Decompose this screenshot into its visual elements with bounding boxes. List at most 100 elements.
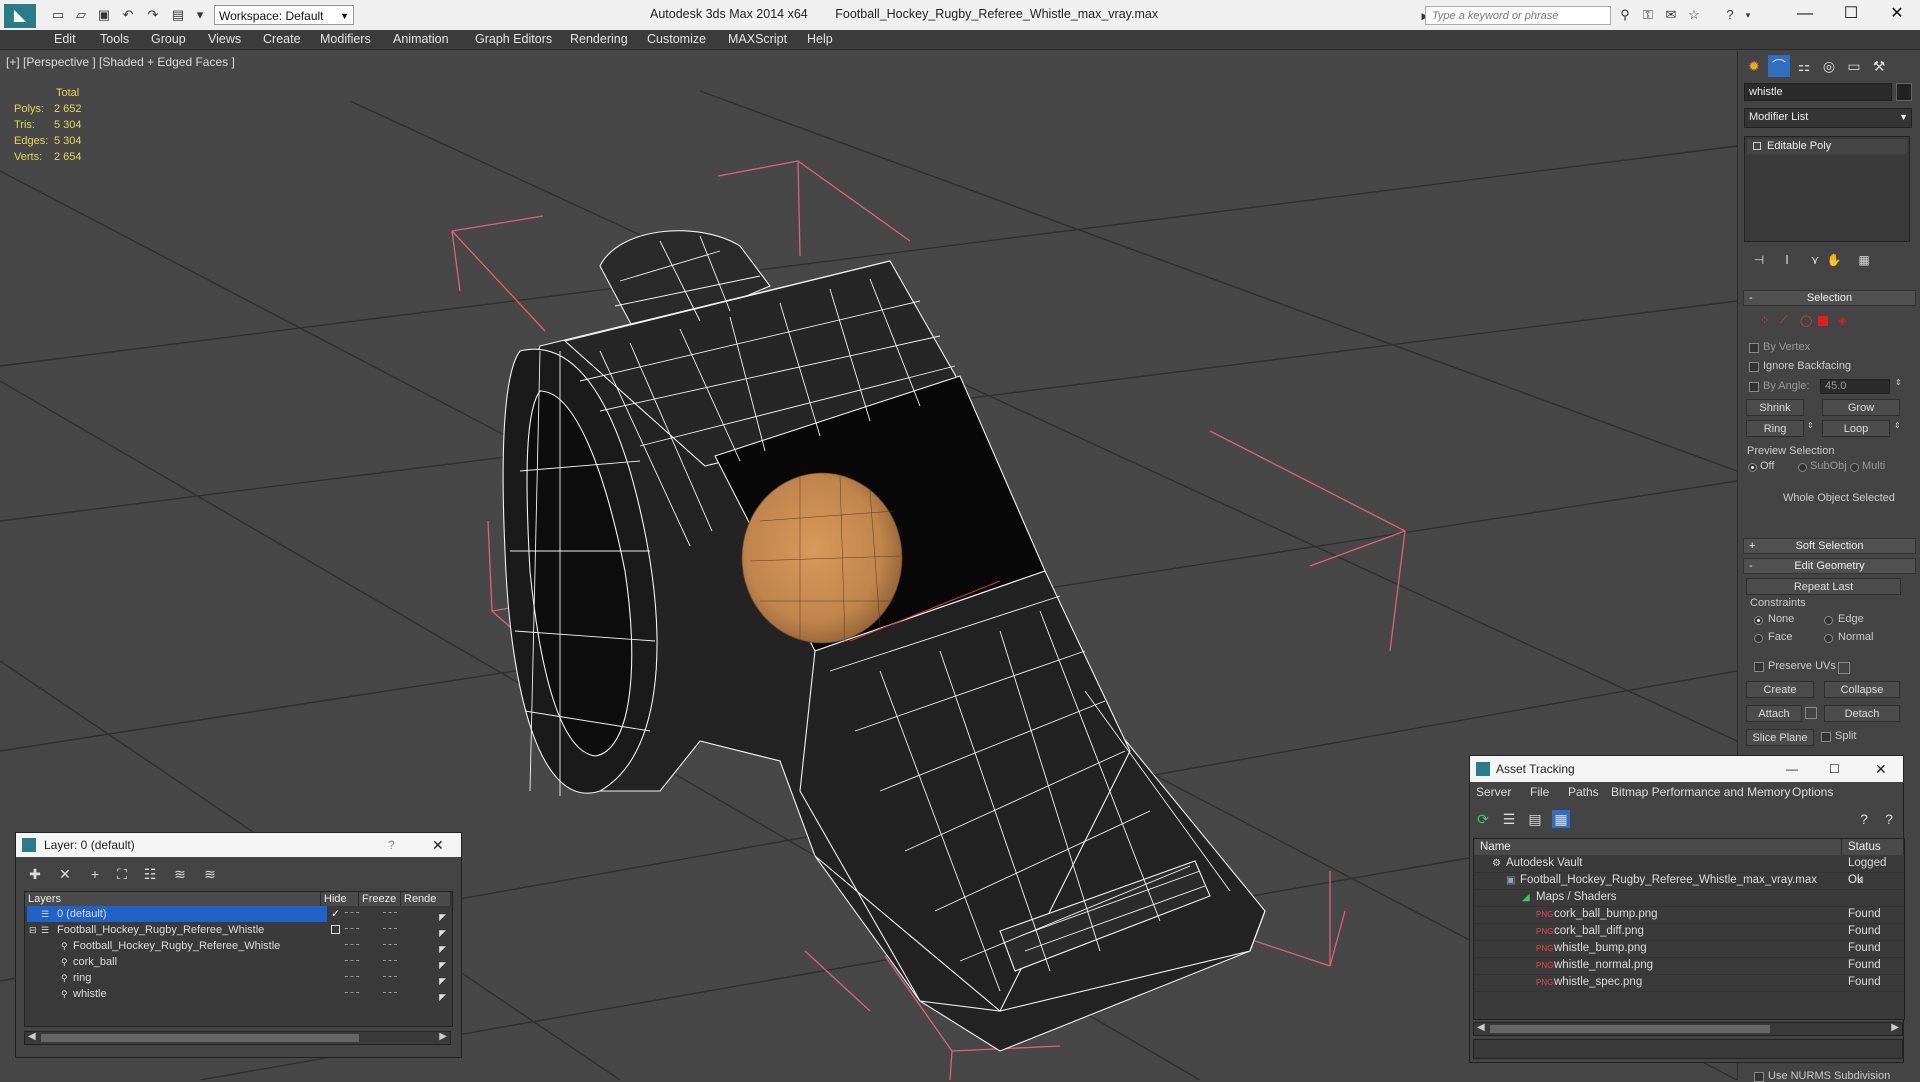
freeze-toggle[interactable]	[383, 928, 397, 931]
preserve-uvs-checkbox[interactable]	[1754, 662, 1764, 672]
layer-row[interactable]: ☰ 0 (default) ✓ ◤	[25, 906, 452, 922]
asset-row[interactable]: ▣ Football_Hockey_Rugby_Referee_Whistle_…	[1474, 872, 1904, 890]
help-button[interactable]: ?	[388, 833, 395, 857]
make-current-box-icon[interactable]	[331, 925, 340, 934]
menu-modifiers[interactable]: Modifiers	[320, 32, 371, 46]
collapse-icon[interactable]: ⊟	[29, 922, 37, 938]
constraint-none-radio[interactable]	[1754, 616, 1763, 625]
modifier-list-dropdown[interactable]: Modifier List ▼	[1744, 108, 1912, 128]
col-hide[interactable]: Hide	[321, 892, 359, 906]
menu-tools[interactable]: Tools	[100, 32, 129, 46]
configure-modifier-sets-icon[interactable]: ▦	[1853, 249, 1875, 271]
polygon-mode-icon[interactable]	[1818, 316, 1828, 326]
asset-row[interactable]: PNG whistle_bump.png Found	[1474, 940, 1904, 958]
vault-help-icon[interactable]: ?	[1855, 810, 1873, 828]
hide-toggle[interactable]	[345, 944, 359, 947]
menu-maxscript[interactable]: MAXScript	[728, 32, 787, 46]
new-file-icon[interactable]: ▭	[50, 7, 66, 23]
object-color-swatch[interactable]	[1896, 83, 1912, 101]
vertex-mode-icon[interactable]: ⁘	[1760, 314, 1769, 327]
preview-subobj-radio[interactable]	[1798, 463, 1807, 472]
menu-rendering[interactable]: Rendering	[570, 32, 628, 46]
col-freeze[interactable]: Freeze	[359, 892, 401, 906]
scrollbar-thumb[interactable]	[41, 1034, 359, 1042]
grow-button[interactable]: Grow	[1822, 399, 1900, 416]
menu-customize[interactable]: Customize	[647, 32, 706, 46]
undo-icon[interactable]: ↶	[120, 7, 136, 23]
menu-group[interactable]: Group	[151, 32, 186, 46]
scroll-left-icon[interactable]: ◀	[1477, 1022, 1485, 1033]
constraint-normal-radio[interactable]	[1824, 634, 1833, 643]
menu-views[interactable]: Views	[208, 32, 241, 46]
menu-paths[interactable]: Paths	[1568, 785, 1599, 799]
asset-row[interactable]: ⚙ Autodesk Vault Logged Ou	[1474, 855, 1904, 886]
preserve-uvs-settings-icon[interactable]	[1838, 662, 1850, 674]
col-render[interactable]: Rende	[401, 892, 451, 906]
layer-object-row[interactable]: ⚲ Football_Hockey_Rugby_Referee_Whistle …	[25, 938, 452, 954]
loop-spinner-icon[interactable]: ⇕	[1894, 421, 1901, 430]
scroll-left-icon[interactable]: ◀	[28, 1031, 36, 1042]
col-name[interactable]: Name	[1474, 839, 1842, 855]
project-folder-icon[interactable]: ▤	[170, 7, 186, 23]
table-view-icon[interactable]: ▦	[1552, 810, 1570, 828]
hide-toggle[interactable]	[345, 912, 359, 915]
preview-off-radio[interactable]	[1748, 463, 1757, 472]
quick-access-dropdown-icon[interactable]: ▾	[192, 7, 208, 23]
layer-object-row[interactable]: ⚲ ring ◤	[25, 970, 452, 986]
attach-list-icon[interactable]	[1805, 707, 1817, 719]
nurms-checkbox[interactable]	[1754, 1072, 1764, 1082]
object-name-field[interactable]: whistle	[1744, 83, 1892, 101]
menu-file[interactable]: File	[1530, 785, 1549, 799]
help-icon[interactable]: ?	[1880, 810, 1898, 828]
create-button[interactable]: Create	[1746, 681, 1814, 698]
col-layers[interactable]: Layers	[25, 892, 321, 906]
subscription-icon[interactable]: ⚿	[1640, 7, 1656, 23]
layer-horizontal-scrollbar[interactable]: ◀ ▶	[24, 1031, 451, 1045]
hide-toggle[interactable]	[345, 928, 359, 931]
asset-dialog-titlebar[interactable]: Asset Tracking — ☐ ✕	[1470, 756, 1903, 782]
highlight-layer-icon[interactable]: ☷	[141, 865, 159, 883]
workspace-dropdown[interactable]: Workspace: Default ▼	[214, 5, 354, 25]
by-vertex-checkbox[interactable]	[1749, 343, 1759, 353]
slice-plane-button[interactable]: Slice Plane	[1746, 729, 1814, 746]
asset-row[interactable]: PNG cork_ball_bump.png Found	[1474, 906, 1904, 924]
ring-button[interactable]: Ring	[1746, 420, 1804, 437]
display-tab-icon[interactable]: ▭	[1843, 55, 1865, 77]
menu-animation[interactable]: Animation	[393, 32, 449, 46]
loop-button[interactable]: Loop	[1822, 420, 1890, 437]
ignore-backfacing-checkbox[interactable]	[1749, 362, 1759, 372]
tree-view-icon[interactable]: ▤	[1526, 810, 1544, 828]
asset-row[interactable]: PNG cork_ball_diff.png Found	[1474, 923, 1904, 941]
close-button[interactable]: ✕	[432, 833, 444, 857]
close-button[interactable]: ✕	[1875, 756, 1887, 782]
utilities-tab-icon[interactable]: ⚒	[1868, 55, 1890, 77]
preview-multi-radio[interactable]	[1850, 463, 1859, 472]
constraint-edge-radio[interactable]	[1824, 616, 1833, 625]
list-view-icon[interactable]: ☰	[1500, 810, 1518, 828]
edit-geometry-rollout-header[interactable]: - Edit Geometry	[1743, 558, 1916, 574]
hierarchy-tab-icon[interactable]: ⚏	[1793, 55, 1815, 77]
menu-create[interactable]: Create	[263, 32, 301, 46]
freeze-toggle[interactable]	[383, 912, 397, 915]
refresh-icon[interactable]: ⟳	[1474, 810, 1492, 828]
maximize-button[interactable]: ☐	[1829, 756, 1840, 782]
menu-bitmap-performance[interactable]: Bitmap Performance and Memory	[1611, 785, 1790, 799]
scroll-right-icon[interactable]: ▶	[439, 1031, 447, 1042]
freeze-toggle[interactable]	[383, 976, 397, 979]
freeze-toggle[interactable]	[383, 992, 397, 995]
ring-spinner-icon[interactable]: ⇕	[1807, 421, 1814, 430]
modify-tab-icon[interactable]: ⌒	[1768, 55, 1790, 77]
viewport-label[interactable]: [+] [Perspective ] [Shaded + Edged Faces…	[6, 55, 235, 69]
create-tab-icon[interactable]: ✹	[1743, 55, 1765, 77]
select-in-layer-icon[interactable]: ⛶	[113, 865, 131, 883]
add-to-layer-icon[interactable]: +	[86, 865, 104, 883]
col-status[interactable]: Status	[1842, 839, 1904, 855]
menu-server[interactable]: Server	[1476, 785, 1511, 799]
asset-row[interactable]: PNG whistle_normal.png Found	[1474, 957, 1904, 975]
element-mode-icon[interactable]: ◈	[1838, 314, 1846, 327]
shrink-button[interactable]: Shrink	[1746, 399, 1804, 416]
freeze-all-layers-icon[interactable]: ≋	[201, 865, 219, 883]
edge-mode-icon[interactable]: ⟋	[1780, 314, 1788, 327]
layer-row[interactable]: ⊟ ☰ Football_Hockey_Rugby_Referee_Whistl…	[25, 922, 452, 938]
freeze-toggle[interactable]	[383, 960, 397, 963]
